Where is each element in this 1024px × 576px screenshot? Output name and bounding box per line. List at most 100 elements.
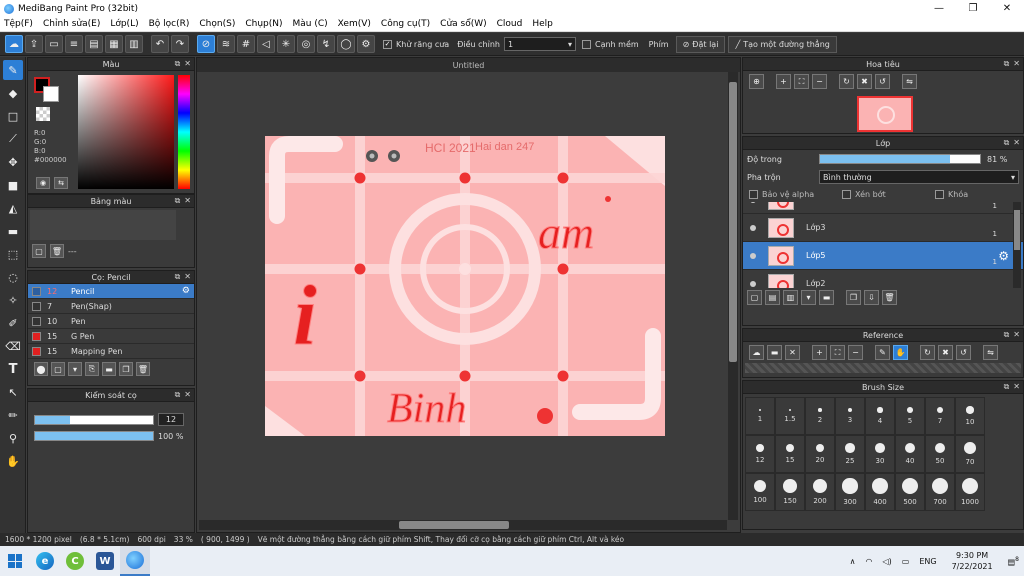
- menu-cloud[interactable]: Cloud: [497, 19, 523, 29]
- operation-tool-icon[interactable]: ↖: [3, 382, 23, 402]
- menu-file[interactable]: Tệp(F): [4, 19, 33, 29]
- layer-row[interactable]: Lớp3 1: [743, 214, 1023, 242]
- document-list-icon[interactable]: ▦: [105, 35, 123, 53]
- hand-tool-icon[interactable]: ✋: [3, 451, 23, 471]
- brush-size-cell[interactable]: 40: [895, 435, 925, 473]
- ref-open-icon[interactable]: ▬: [767, 345, 782, 360]
- gradient-tool-icon[interactable]: ▬: [3, 221, 23, 241]
- wifi-icon[interactable]: ◠: [866, 557, 873, 566]
- brush-size-cell[interactable]: 200: [805, 473, 835, 511]
- popout-icon[interactable]: ⧉: [1004, 330, 1010, 340]
- rotate-icon[interactable]: ↻: [839, 74, 854, 89]
- popout-icon[interactable]: ⧉: [175, 390, 181, 400]
- close-button[interactable]: ✕: [990, 0, 1024, 17]
- trash-icon[interactable]: 🗑: [882, 290, 897, 305]
- correction-select[interactable]: 1 ▾: [503, 37, 576, 51]
- snap-parallel-icon[interactable]: ≋: [217, 35, 235, 53]
- duplicate-layer-icon[interactable]: ❐: [846, 290, 861, 305]
- fg-bg-swatch[interactable]: [34, 77, 60, 103]
- close-icon[interactable]: ✕: [184, 59, 191, 69]
- brush-tool-icon[interactable]: ✎: [3, 60, 23, 80]
- brush-size-cell[interactable]: 500: [895, 473, 925, 511]
- close-icon[interactable]: ✕: [184, 390, 191, 400]
- magic-wand-tool-icon[interactable]: ✧: [3, 290, 23, 310]
- new-layer-1bit-icon[interactable]: ▥: [783, 290, 798, 305]
- maximize-button[interactable]: ❐: [956, 0, 990, 17]
- brush-size-cell[interactable]: 1: [745, 397, 775, 435]
- divide-tool-icon[interactable]: ✏: [3, 405, 23, 425]
- new-layer-icon[interactable]: ▢: [747, 290, 762, 305]
- brush-size-cell[interactable]: 3: [835, 397, 865, 435]
- ref-reset-icon[interactable]: ✖: [938, 345, 953, 360]
- close-icon[interactable]: ✕: [1013, 138, 1020, 148]
- soft-edge-checkbox[interactable]: [581, 39, 591, 49]
- brush-size-cell[interactable]: 300: [835, 473, 865, 511]
- popout-icon[interactable]: ⧉: [175, 59, 181, 69]
- brush-item[interactable]: 15 G Pen: [28, 329, 194, 344]
- color-mode-icon[interactable]: ◉: [36, 177, 50, 189]
- brush-size-cell[interactable]: 100: [745, 473, 775, 511]
- lasso-tool-icon[interactable]: ◌: [3, 267, 23, 287]
- menu-view[interactable]: Xem(V): [338, 19, 371, 29]
- saturation-value-picker[interactable]: [78, 75, 174, 189]
- menu-select[interactable]: Chọn(S): [199, 19, 235, 29]
- snap-radial-icon[interactable]: ✳: [277, 35, 295, 53]
- gear-icon[interactable]: ⚙: [182, 286, 190, 296]
- trash-icon[interactable]: 🗑: [50, 244, 64, 258]
- rectangle-tool-icon[interactable]: □: [3, 106, 23, 126]
- document-icon[interactable]: ▤: [85, 35, 103, 53]
- select-pen-tool-icon[interactable]: ✐: [3, 313, 23, 333]
- undo-icon[interactable]: ↶: [151, 35, 169, 53]
- eye-icon[interactable]: [750, 280, 756, 287]
- fill-rect-tool-icon[interactable]: ■: [3, 175, 23, 195]
- zoom-icon[interactable]: ⊕: [749, 74, 764, 89]
- menu-filter[interactable]: Bộ lọc(R): [149, 19, 190, 29]
- layer-row[interactable]: Lớp2: [743, 270, 1023, 288]
- clip-checkbox[interactable]: [842, 189, 851, 199]
- zoom-out-icon[interactable]: −: [812, 74, 827, 89]
- close-icon[interactable]: ✕: [1013, 330, 1020, 340]
- menu-edit[interactable]: Chỉnh sửa(E): [43, 19, 100, 29]
- chevron-up-icon[interactable]: ∧: [850, 557, 856, 566]
- brush-item[interactable]: 15 Mapping Pen: [28, 344, 194, 359]
- edge-browser-icon[interactable]: e: [30, 546, 60, 576]
- eyedropper-tool-icon[interactable]: ⚲: [3, 428, 23, 448]
- brush-size-cell[interactable]: 5: [895, 397, 925, 435]
- antialias-checkbox[interactable]: ✓: [383, 39, 392, 49]
- brush-size-cell[interactable]: 400: [865, 473, 895, 511]
- select-tool-icon[interactable]: ⬚: [3, 244, 23, 264]
- popout-icon[interactable]: ⧉: [1004, 138, 1010, 148]
- layer-folder-icon[interactable]: ▬: [819, 290, 834, 305]
- color-swap-icon[interactable]: ⇆: [54, 177, 68, 189]
- reset-view-icon[interactable]: ✖: [857, 74, 872, 89]
- snap-curve-icon[interactable]: ↯: [317, 35, 335, 53]
- select-eraser-tool-icon[interactable]: ⌫: [3, 336, 23, 356]
- text-tool-icon[interactable]: T: [3, 359, 23, 379]
- brush-item[interactable]: 10 Pen: [28, 314, 194, 329]
- move-tool-icon[interactable]: ✥: [3, 152, 23, 172]
- snap-cross-icon[interactable]: #: [237, 35, 255, 53]
- brush-size-cell[interactable]: 4: [865, 397, 895, 435]
- brush-new-icon[interactable]: ▢: [51, 362, 65, 376]
- ref-zoom-in-icon[interactable]: +: [812, 345, 827, 360]
- chat-icon[interactable]: ▭: [45, 35, 63, 53]
- ref-cloud-icon[interactable]: ☁: [749, 345, 764, 360]
- ref-hand-icon[interactable]: ✋: [893, 345, 908, 360]
- snap-circle-icon[interactable]: ◎: [297, 35, 315, 53]
- ref-eyedropper-icon[interactable]: ✎: [875, 345, 890, 360]
- canvas-tab[interactable]: Untitled: [197, 58, 740, 72]
- comment-icon[interactable]: ≡: [65, 35, 83, 53]
- menu-snap[interactable]: Chụp(N): [245, 19, 282, 29]
- clock[interactable]: 9:30 PM 7/22/2021: [952, 550, 993, 572]
- brush-size-value[interactable]: 12: [158, 413, 184, 426]
- ref-fit-icon[interactable]: ⛶: [830, 345, 845, 360]
- brush-size-cell[interactable]: 50: [925, 435, 955, 473]
- brush-folder-icon[interactable]: ▬: [102, 362, 116, 376]
- brush-size-cell[interactable]: 20: [805, 435, 835, 473]
- eye-icon[interactable]: [750, 202, 756, 203]
- brush-size-cell[interactable]: 1.5: [775, 397, 805, 435]
- grid-list-icon[interactable]: ▥: [125, 35, 143, 53]
- battery-icon[interactable]: ▭: [902, 557, 910, 566]
- brush-size-cell[interactable]: 1000: [955, 473, 985, 511]
- menu-tools[interactable]: Công cụ(T): [381, 19, 430, 29]
